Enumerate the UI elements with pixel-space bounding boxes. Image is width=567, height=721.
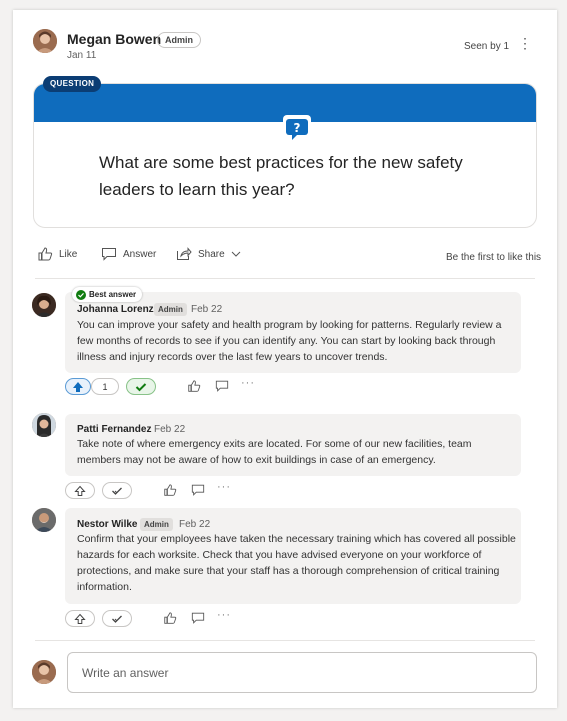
reply-date: Feb 22 [154, 424, 186, 435]
reply-avatar-patti[interactable] [32, 413, 56, 437]
reply-more-options[interactable]: ··· [241, 377, 255, 389]
upvote-button[interactable] [65, 482, 95, 499]
comment-icon[interactable] [191, 611, 205, 625]
reply-text: Take note of where emergency exits are l… [77, 438, 472, 466]
comment-icon[interactable] [215, 379, 229, 393]
reply-date: Feb 22 [191, 304, 223, 315]
section-divider [35, 278, 535, 279]
svg-text:?: ? [294, 121, 301, 135]
conversation-card: Megan Bowen Admin Jan 11 Seen by 1 ⋮ QUE… [13, 10, 557, 708]
checkmark-icon [135, 382, 147, 391]
best-answer-badge: Best answer [72, 287, 143, 302]
reply-admin-badge: Admin [154, 303, 187, 316]
mark-best-answer-button[interactable] [126, 378, 156, 395]
author-name[interactable]: Megan Bowen [67, 31, 161, 47]
more-options-icon[interactable]: ⋮ [518, 35, 532, 51]
best-answer-label: Best answer [89, 290, 137, 299]
question-text: What are some best practices for the new… [99, 153, 463, 199]
answer-label: Answer [123, 248, 157, 260]
current-user-avatar [32, 660, 56, 684]
reply-more-options[interactable]: ··· [217, 609, 231, 621]
section-divider [35, 640, 535, 641]
like-icon[interactable] [163, 611, 177, 625]
reply-date: Feb 22 [179, 519, 211, 530]
share-icon [176, 247, 192, 261]
comment-icon[interactable] [191, 483, 205, 497]
reply-text: You can improve your safety and health p… [77, 319, 502, 363]
like-label: Like [59, 248, 78, 260]
like-icon[interactable] [187, 379, 201, 393]
mark-best-answer-button[interactable] [102, 610, 132, 627]
mark-best-answer-button[interactable] [102, 482, 132, 499]
like-status: Be the first to like this [446, 252, 542, 263]
reply-avatar-johanna[interactable] [32, 293, 56, 317]
answer-icon [101, 247, 117, 261]
reply-avatar-nestor[interactable] [32, 508, 56, 532]
answer-placeholder: Write an answer [82, 666, 169, 680]
upvote-arrow-icon [74, 613, 86, 624]
checkmark-icon [112, 487, 122, 495]
upvote-button[interactable] [65, 378, 91, 395]
reply-author[interactable]: Nestor Wilke [77, 519, 137, 530]
share-button[interactable]: Share [176, 247, 241, 261]
chevron-down-icon[interactable] [231, 247, 241, 261]
upvote-count-value: 1 [102, 381, 108, 392]
upvote-button[interactable] [65, 610, 95, 627]
upvote-arrow-icon [74, 485, 86, 496]
question-chat-icon: ? [283, 115, 311, 143]
admin-badge: Admin [157, 32, 201, 48]
question-tag: QUESTION [43, 76, 102, 92]
like-icon[interactable] [163, 483, 177, 497]
reply-more-options[interactable]: ··· [217, 481, 231, 493]
answer-button[interactable]: Answer [101, 247, 156, 261]
reply-text: Confirm that your employees have taken t… [77, 533, 516, 593]
share-label: Share [198, 248, 225, 260]
author-avatar[interactable] [33, 29, 57, 53]
reply-author[interactable]: Patti Fernandez [77, 424, 151, 435]
upvote-arrow-icon [73, 381, 83, 392]
upvote-count[interactable]: 1 [91, 378, 119, 395]
checkmark-circle-icon [76, 289, 86, 300]
like-icon [37, 247, 53, 261]
checkmark-icon [112, 615, 122, 623]
like-button[interactable]: Like [37, 247, 77, 261]
answer-input[interactable]: Write an answer [67, 652, 537, 693]
seen-by-count[interactable]: Seen by 1 [464, 41, 509, 52]
reply-admin-badge: Admin [140, 518, 173, 531]
reply-author[interactable]: Johanna Lorenz [77, 304, 154, 315]
post-date: Jan 11 [67, 50, 97, 61]
